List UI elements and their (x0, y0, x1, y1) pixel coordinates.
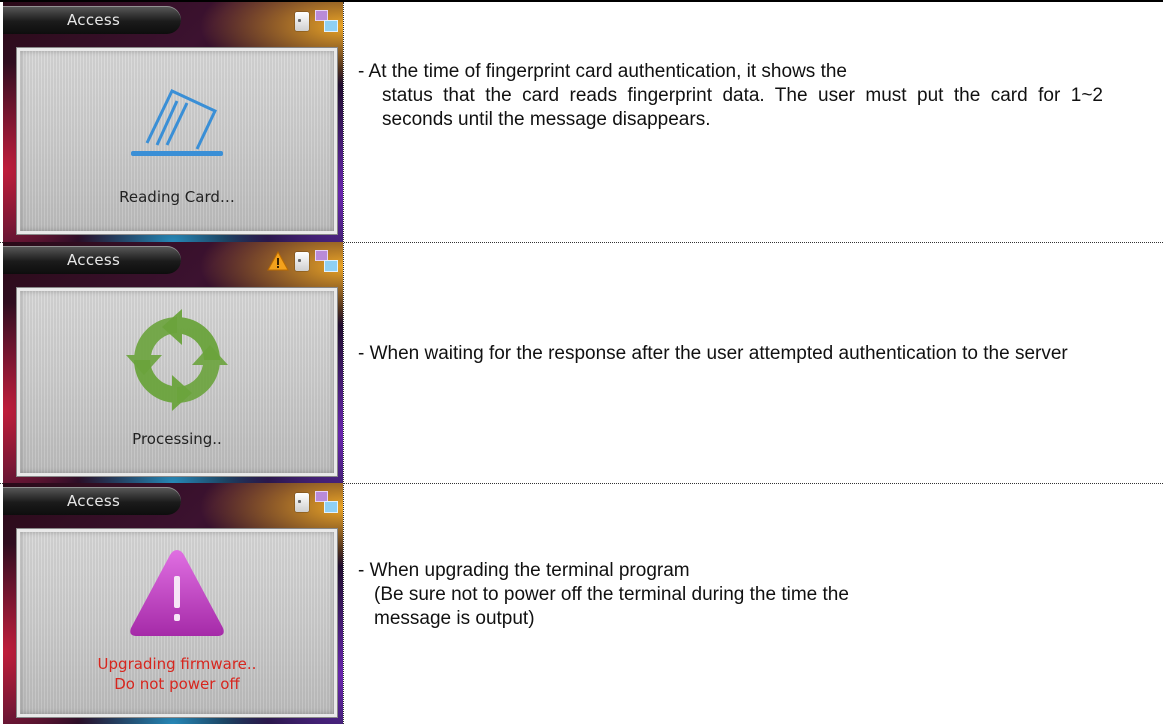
reading-card-icon (131, 89, 223, 156)
description-text: - When waiting for the response after th… (358, 343, 1068, 364)
network-icon (315, 10, 338, 32)
title-bar: Access (3, 487, 343, 515)
description-upgrading: - When upgrading the terminal program (B… (358, 559, 1103, 631)
alert-icon (130, 550, 224, 636)
status-icons (267, 249, 338, 273)
description-continuation: status that the card reads fingerprint d… (382, 85, 1103, 130)
status-panel: Reading Card… (17, 48, 337, 234)
manual-page: Access Reading Card… - At the time of fi… (0, 0, 1163, 724)
description-line: - When upgrading the terminal program (358, 560, 690, 581)
screen-title: Access (67, 251, 121, 269)
row-processing: Access Processing.. - When waiting for t… (0, 242, 1163, 483)
description-note: (Be sure not to power off the terminal d… (374, 584, 849, 605)
status-text: Reading Card… (119, 188, 235, 206)
screen-title: Access (67, 492, 121, 510)
card-icon (295, 492, 309, 512)
column-divider (343, 2, 344, 724)
description-note-end: message is output) (374, 608, 535, 629)
description-line: - At the time of fingerprint card authen… (358, 61, 847, 82)
status-text-line1: Upgrading firmware.. (97, 655, 257, 673)
title-bar: Access (3, 6, 343, 34)
status-text-line2: Do not power off (114, 675, 240, 693)
title-pill: Access (3, 246, 181, 274)
card-icon (295, 11, 309, 31)
warning-icon (267, 251, 289, 271)
row-reading-card: Access Reading Card… - At the time of fi… (0, 2, 1163, 242)
description-processing: - When waiting for the response after th… (358, 342, 1103, 366)
card-icon (295, 251, 309, 271)
title-pill: Access (3, 487, 181, 515)
status-text: Processing.. (132, 430, 222, 448)
status-panel: Processing.. (17, 288, 337, 476)
status-icons (295, 490, 338, 514)
network-icon (315, 250, 338, 272)
row-upgrading: Access Upgrading firmware.. Do not power… (0, 483, 1163, 724)
title-pill: Access (3, 6, 181, 34)
network-icon (315, 491, 338, 513)
processing-icon (126, 309, 228, 411)
terminal-screen-upgrading: Access Upgrading firmware.. Do not power… (3, 483, 343, 724)
status-panel: Upgrading firmware.. Do not power off (17, 529, 337, 717)
title-bar: Access (3, 246, 343, 274)
terminal-screen-reading-card: Access Reading Card… (3, 2, 343, 242)
screen-title: Access (67, 11, 121, 29)
terminal-screen-processing: Access Processing.. (3, 242, 343, 483)
status-icons (295, 9, 338, 33)
description-reading-card: - At the time of fingerprint card authen… (358, 60, 1103, 132)
